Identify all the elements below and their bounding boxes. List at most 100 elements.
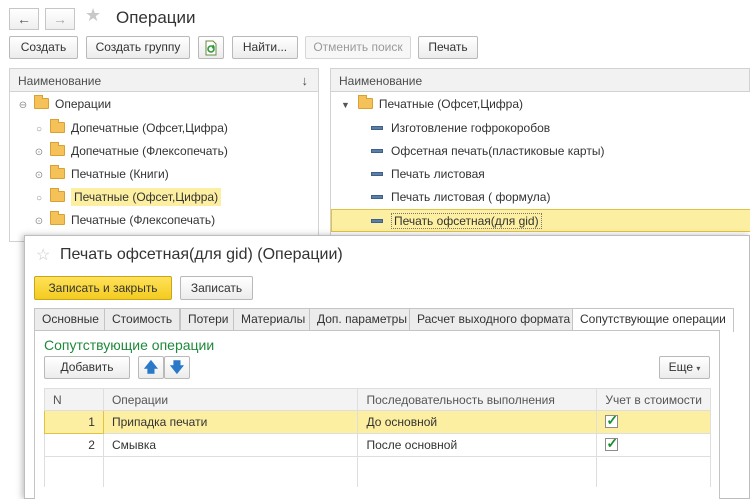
more-label: Еще: [668, 360, 694, 374]
left-column-header[interactable]: Наименование ↓: [9, 68, 319, 92]
tree-item-label: Операции: [55, 97, 112, 111]
refresh-button[interactable]: [198, 36, 224, 59]
folder-icon: [50, 211, 65, 225]
empty-cell: [44, 456, 104, 487]
column-header-n[interactable]: N: [44, 388, 104, 411]
tree-item[interactable]: ○ Допечатные (Офсет,Цифра): [34, 117, 228, 140]
cancel-search-button[interactable]: Отменить поиск: [305, 36, 411, 59]
list-parent-folder[interactable]: ▼ Печатные (Офсет,Цифра): [341, 93, 523, 116]
list-item-label: Печать листовая: [391, 167, 485, 181]
document-refresh-icon: [205, 40, 217, 56]
favorite-star-icon[interactable]: ☆: [36, 245, 50, 265]
arrow-right-icon: →: [53, 11, 67, 27]
window-title: Операции: [116, 8, 196, 27]
list-item-label: Печать листовая ( формула): [391, 190, 551, 204]
empty-cell: [102, 456, 359, 487]
folder-icon: [357, 95, 373, 109]
move-down-button[interactable]: 🡇: [164, 356, 190, 379]
item-dash-icon: [371, 172, 383, 176]
checkbox-checked-icon[interactable]: [605, 412, 619, 429]
item-dash-icon: [371, 219, 383, 223]
parent-folder-label: Печатные (Офсет,Цифра): [378, 97, 524, 111]
back-button[interactable]: ←: [9, 8, 39, 30]
tree-item-label: Допечатные (Офсет,Цифра): [71, 121, 228, 135]
item-dash-icon: [371, 149, 383, 153]
table-header-row: N Операции Последовательность выполнения…: [44, 388, 711, 411]
tree-item[interactable]: ⊙ Печатные (Книги): [34, 163, 169, 186]
column-header-cost[interactable]: Учет в стоимости: [596, 388, 711, 411]
cell-operation[interactable]: Припадка печати: [102, 410, 359, 434]
forward-button[interactable]: →: [45, 8, 75, 30]
more-button[interactable]: Еще ▾: [659, 356, 710, 379]
folder-icon: [50, 165, 65, 179]
cell-sequence[interactable]: После основной: [357, 433, 598, 457]
add-button[interactable]: Добавить: [44, 356, 130, 379]
node-marker-icon: ⊙: [34, 216, 44, 227]
tree-item-label: Печатные (Флексопечать): [71, 213, 216, 227]
column-header-sequence[interactable]: Последовательность выполнения: [357, 388, 598, 411]
arrow-up-icon: 🡅: [143, 359, 159, 375]
list-item[interactable]: Печать листовая: [371, 163, 485, 186]
tab-related-operations[interactable]: Сопутствующие операции: [572, 308, 734, 332]
tab-extra-params[interactable]: Доп. параметры: [309, 308, 415, 330]
folder-icon: [50, 188, 65, 202]
node-marker-icon: ⊙: [34, 170, 44, 181]
folder-icon: [50, 119, 65, 133]
left-header-label: Наименование: [18, 74, 102, 88]
arrow-down-icon: 🡇: [169, 359, 185, 375]
column-header-operation[interactable]: Операции: [102, 388, 359, 411]
empty-cell: [357, 456, 598, 487]
right-column-header[interactable]: Наименование: [330, 68, 750, 92]
right-list: ▼ Печатные (Офсет,Цифра) Изготовление гоф…: [330, 92, 750, 242]
tab-main[interactable]: Основные: [34, 308, 107, 330]
left-tree: ⊖ Операции ○ Допечатные (Офсет,Цифра) ⊙ Доп…: [9, 92, 319, 242]
list-item[interactable]: Печать листовая ( формула): [371, 186, 550, 209]
tree-item-selected[interactable]: ○ Печатные (Офсет,Цифра): [34, 186, 222, 209]
create-button[interactable]: Создать: [9, 36, 78, 59]
folder-icon: [50, 142, 65, 156]
tab-losses[interactable]: Потери: [180, 308, 237, 330]
list-item[interactable]: Офсетная печать(пластиковые карты): [371, 140, 604, 163]
list-item-label: Офсетная печать(пластиковые карты): [391, 144, 605, 158]
table-row[interactable]: 2 Смывка После основной: [44, 433, 711, 457]
cell-cost[interactable]: [596, 433, 711, 457]
tree-item[interactable]: ⊙ Печатные (Флексопечать): [34, 209, 215, 232]
sort-arrow-icon[interactable]: ↓: [302, 69, 309, 93]
cell-operation[interactable]: Смывка: [102, 433, 359, 457]
list-item[interactable]: Изготовление гофрокоробов: [371, 117, 550, 140]
cell-cost[interactable]: [596, 410, 711, 434]
node-marker-icon: ⊙: [34, 147, 44, 158]
move-up-button[interactable]: 🡅: [138, 356, 164, 379]
tree-item[interactable]: ⊙ Допечатные (Флексопечать): [34, 140, 228, 163]
chevron-down-icon: ▾: [696, 364, 701, 373]
save-and-close-button[interactable]: Записать и закрыть: [34, 276, 172, 300]
expand-triangle-icon[interactable]: ▼: [341, 100, 350, 110]
cell-sequence[interactable]: До основной: [357, 410, 598, 434]
dialog-title: Печать офсетная(для gid) (Операции): [60, 246, 343, 263]
table-row-selected[interactable]: 1 Припадка печати До основной: [44, 410, 711, 434]
favorite-star-icon[interactable]: ★: [85, 5, 101, 26]
tree-item-label: Печатные (Книги): [71, 167, 169, 181]
table-row-empty: [44, 456, 711, 487]
empty-cell: [596, 456, 711, 487]
cell-n[interactable]: 1: [44, 410, 104, 434]
tab-materials[interactable]: Материалы: [233, 308, 314, 330]
tree-item-label: Допечатные (Флексопечать): [71, 144, 228, 158]
tab-output-format[interactable]: Расчет выходного формата: [409, 308, 579, 330]
right-header-label: Наименование: [339, 74, 423, 88]
print-button[interactable]: Печать: [418, 36, 478, 59]
related-operations-table: N Операции Последовательность выполнения…: [44, 388, 711, 487]
checkbox-checked-icon[interactable]: [605, 435, 619, 452]
list-item-selected[interactable]: Печать офсетная(для gid): [331, 209, 750, 232]
node-marker-icon: ○: [35, 124, 43, 135]
collapse-icon[interactable]: ⊖: [18, 94, 28, 117]
node-marker-icon: ○: [35, 193, 43, 204]
cell-n[interactable]: 2: [44, 433, 104, 457]
folder-icon: [34, 95, 49, 109]
find-button[interactable]: Найти...: [232, 36, 298, 59]
tree-item-root[interactable]: ⊖ Операции: [18, 93, 111, 116]
create-group-button[interactable]: Создать группу: [86, 36, 190, 59]
section-title: Сопутствующие операции: [44, 337, 215, 353]
save-button[interactable]: Записать: [180, 276, 253, 300]
tab-cost[interactable]: Стоимость: [104, 308, 181, 330]
